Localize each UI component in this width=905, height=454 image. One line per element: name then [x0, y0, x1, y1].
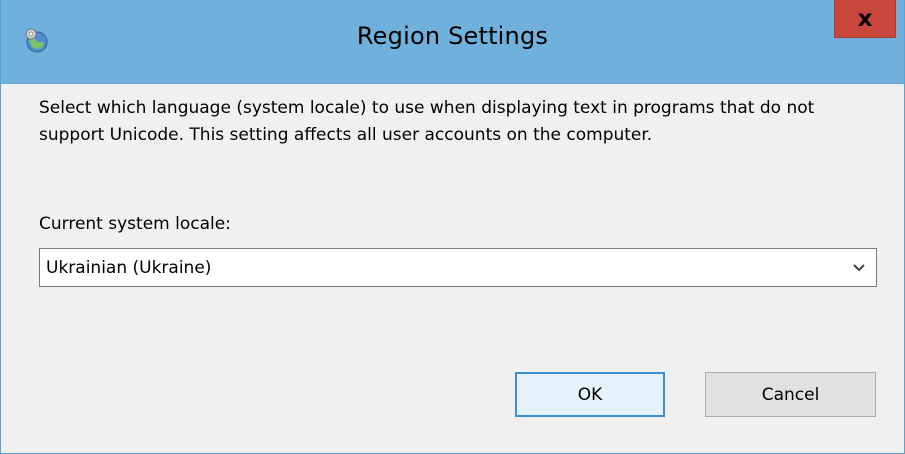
ok-button[interactable]: OK	[515, 372, 665, 417]
dialog-content: Select which language (system locale) to…	[1, 85, 904, 453]
description-text: Select which language (system locale) to…	[39, 98, 815, 145]
window-title: Region Settings	[356, 22, 549, 50]
close-icon: x	[857, 5, 873, 32]
close-button[interactable]: x	[834, 0, 896, 38]
system-locale-value: Ukrainian (Ukraine)	[46, 258, 212, 278]
cancel-button[interactable]: Cancel	[705, 372, 876, 417]
system-locale-dropdown[interactable]: Ukrainian (Ukraine)	[39, 248, 877, 287]
region-settings-dialog: Region Settings x Select which language …	[0, 0, 905, 454]
cancel-button-label: Cancel	[761, 384, 820, 405]
ok-button-label: OK	[577, 384, 603, 405]
system-locale-label: Current system locale:	[39, 214, 231, 234]
title-bar[interactable]: Region Settings x	[1, 0, 904, 84]
chevron-down-icon	[853, 264, 865, 272]
